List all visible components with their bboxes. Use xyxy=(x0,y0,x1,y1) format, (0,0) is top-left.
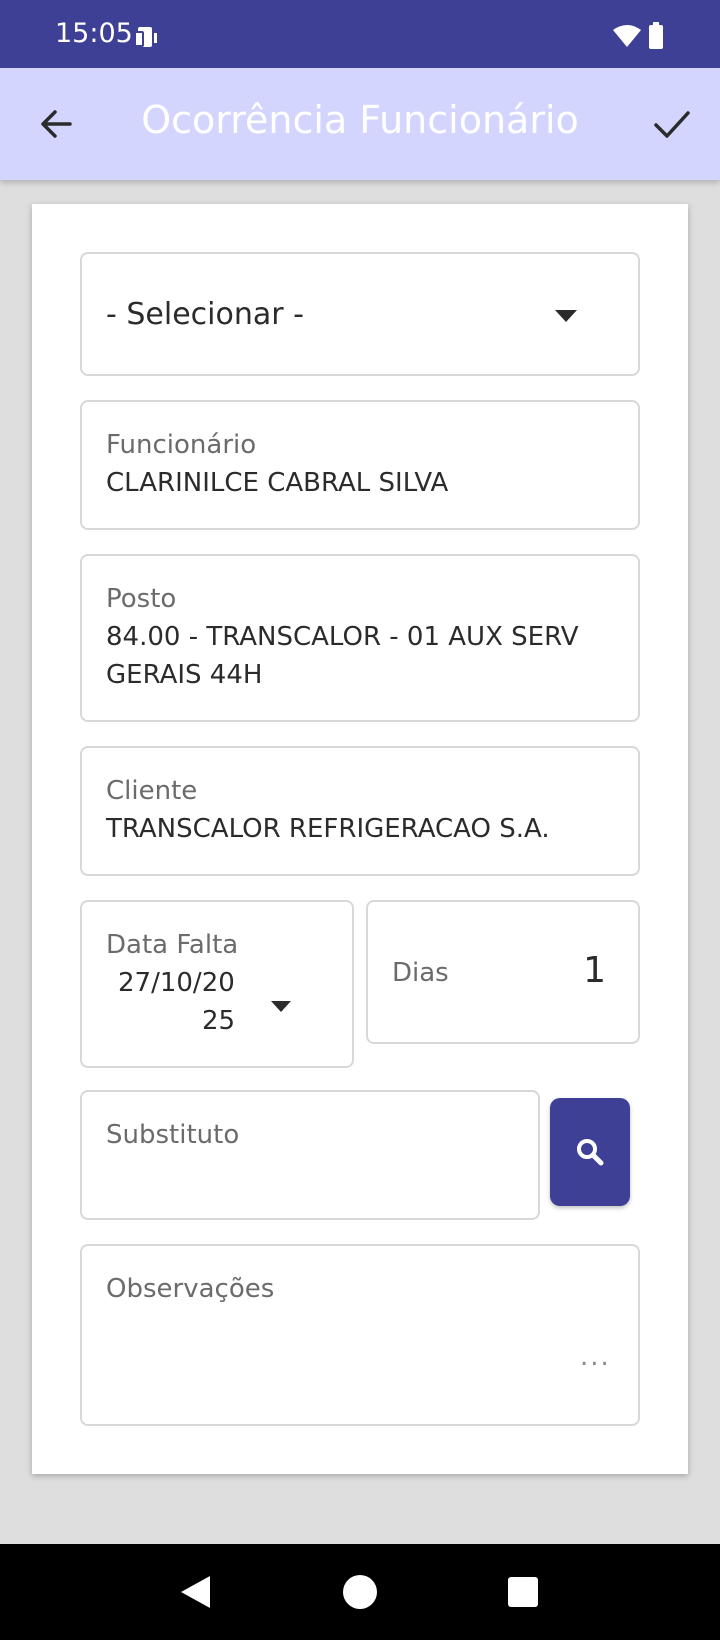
funcionario-field[interactable]: Funcionário CLARINILCE CABRAL SILVA xyxy=(80,400,640,530)
tipo-select-value: - Selecionar - xyxy=(106,297,304,332)
nav-back-icon[interactable] xyxy=(178,1574,212,1614)
funcionario-label: Funcionário xyxy=(106,430,257,460)
cliente-label: Cliente xyxy=(106,776,198,806)
battery-icon xyxy=(648,22,664,54)
more-icon[interactable]: ... xyxy=(580,1342,611,1372)
nav-recents-icon[interactable] xyxy=(507,1576,539,1612)
dias-value: 1 xyxy=(583,950,606,991)
observacoes-field[interactable]: Observações ... xyxy=(80,1244,640,1426)
sim-icon xyxy=(132,24,164,54)
search-substituto-button[interactable] xyxy=(550,1098,630,1206)
page-title: Ocorrência Funcionário xyxy=(141,98,579,142)
dias-field[interactable]: Dias 1 xyxy=(366,900,640,1044)
observacoes-label: Observações xyxy=(106,1274,275,1304)
posto-label: Posto xyxy=(106,584,177,614)
app-bar: Ocorrência Funcionário xyxy=(0,68,720,180)
nav-home-icon[interactable] xyxy=(342,1574,378,1614)
system-nav-bar xyxy=(0,1544,720,1640)
substituto-field[interactable]: Substituto xyxy=(80,1090,540,1220)
posto-field[interactable]: Posto 84.00 - TRANSCALOR - 01 AUX SERV G… xyxy=(80,554,640,722)
status-bar: 15:05 xyxy=(0,0,720,68)
cliente-value: TRANSCALOR REFRIGERACAO S.A. xyxy=(106,814,550,844)
funcionario-value: CLARINILCE CABRAL SILVA xyxy=(106,468,449,498)
data-falta-value-line2: 25 xyxy=(202,1006,236,1036)
posto-value-line2: GERAIS 44H xyxy=(106,660,263,690)
cliente-field[interactable]: Cliente TRANSCALOR REFRIGERACAO S.A. xyxy=(80,746,640,876)
status-time: 15:05 xyxy=(55,18,133,49)
data-falta-value-line1: 27/10/20 xyxy=(118,968,235,998)
check-icon[interactable] xyxy=(650,104,694,144)
tipo-select[interactable]: - Selecionar - xyxy=(80,252,640,376)
dropdown-caret-icon xyxy=(270,998,292,1017)
posto-value-line1: 84.00 - TRANSCALOR - 01 AUX SERV xyxy=(106,622,579,652)
form-card: - Selecionar - Funcionário CLARINILCE CA… xyxy=(32,204,688,1474)
data-falta-label: Data Falta xyxy=(106,930,239,960)
substituto-label: Substituto xyxy=(106,1120,240,1150)
dropdown-caret-icon xyxy=(554,308,578,327)
dias-label: Dias xyxy=(392,958,449,988)
data-falta-field[interactable]: Data Falta 27/10/20 25 xyxy=(80,900,354,1068)
wifi-icon xyxy=(612,24,642,52)
search-icon xyxy=(577,1139,604,1166)
